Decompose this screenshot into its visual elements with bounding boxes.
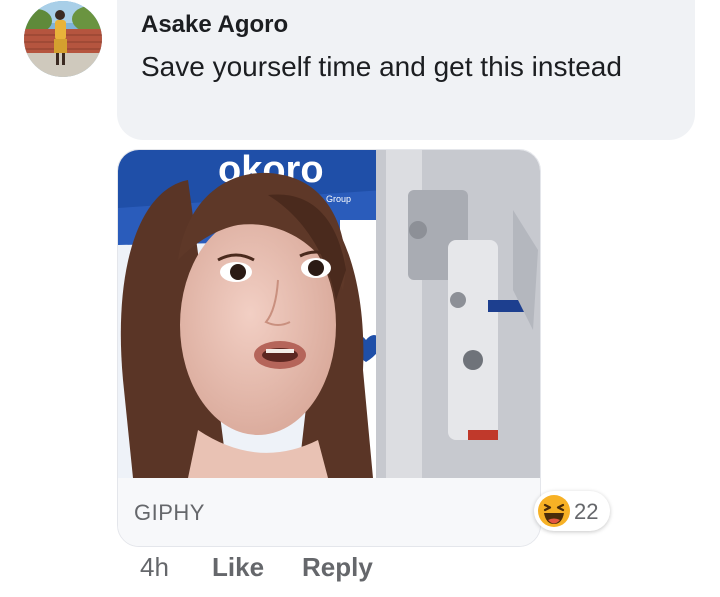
comment-author-name[interactable]: Asake Agoro bbox=[141, 11, 288, 39]
author-avatar[interactable] bbox=[24, 1, 102, 77]
reaction-count: 22 bbox=[574, 499, 599, 524]
reply-button[interactable]: Reply bbox=[302, 552, 373, 583]
reaction-summary[interactable]: 22 bbox=[534, 491, 610, 531]
gif-footer[interactable]: GIPHY bbox=[118, 478, 540, 546]
comment-timestamp[interactable]: 4h bbox=[140, 552, 169, 583]
haha-reaction-icon bbox=[537, 494, 571, 528]
comment-bubble: Asake Agoro Save yourself time and get t… bbox=[117, 0, 695, 140]
svg-text:Group: Group bbox=[326, 194, 351, 204]
gif-attachment[interactable]: okoro Group GIPHY bbox=[117, 149, 541, 547]
like-button[interactable]: Like bbox=[212, 552, 264, 583]
comment-text: Save yourself time and get this instead bbox=[141, 51, 622, 82]
gif-image[interactable]: okoro Group bbox=[118, 150, 540, 478]
gif-provider-label: GIPHY bbox=[134, 500, 205, 525]
